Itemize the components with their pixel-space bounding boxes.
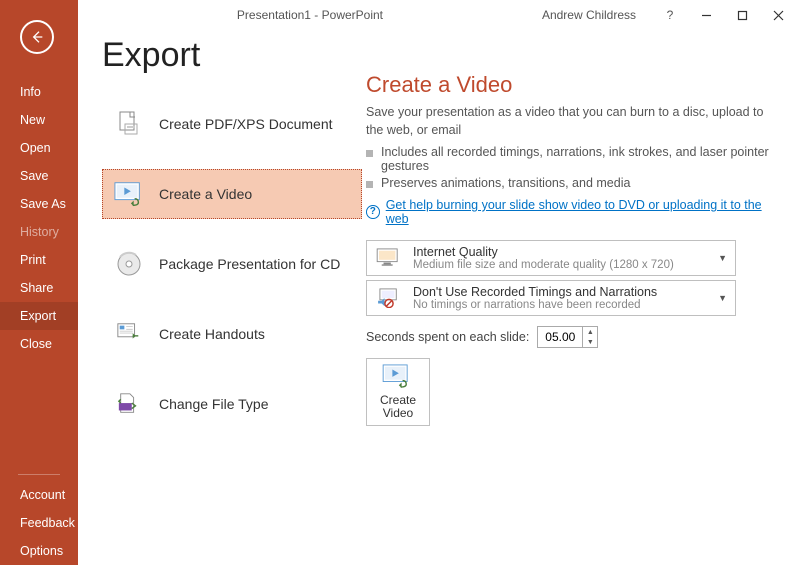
- chevron-down-icon: ▼: [718, 293, 727, 303]
- sidebar-divider: [18, 474, 60, 475]
- detail-description: Save your presentation as a video that y…: [366, 104, 778, 139]
- nav-save-as[interactable]: Save As: [0, 190, 78, 218]
- help-button[interactable]: ?: [652, 0, 688, 30]
- user-name[interactable]: Andrew Childress: [542, 8, 636, 22]
- video-slide-icon: [113, 178, 145, 210]
- export-item-label: Change File Type: [159, 396, 268, 412]
- nav-save[interactable]: Save: [0, 162, 78, 190]
- timings-sub: No timings or narrations have been recor…: [413, 299, 657, 311]
- minimize-button[interactable]: [688, 0, 724, 30]
- backstage-sidebar: Info New Open Save Save As History Print…: [0, 0, 78, 565]
- window-title: Presentation1 - PowerPoint: [78, 8, 542, 22]
- bullet-square-icon: [366, 150, 373, 157]
- nav-print[interactable]: Print: [0, 246, 78, 274]
- export-create-video[interactable]: Create a Video: [102, 169, 362, 219]
- quality-dropdown[interactable]: Internet Quality Medium file size and mo…: [366, 240, 736, 276]
- export-change-file-type[interactable]: Change File Type: [102, 379, 362, 429]
- timings-title: Don't Use Recorded Timings and Narration…: [413, 285, 657, 299]
- detail-heading: Create a Video: [366, 72, 778, 98]
- chevron-down-icon: ▼: [718, 253, 727, 263]
- pdf-document-icon: [113, 108, 145, 140]
- help-link[interactable]: Get help burning your slide show video t…: [386, 198, 778, 226]
- export-item-label: Package Presentation for CD: [159, 256, 340, 272]
- export-item-label: Create Handouts: [159, 326, 265, 342]
- nav-new[interactable]: New: [0, 106, 78, 134]
- close-button[interactable]: [760, 0, 796, 30]
- video-slide-icon: [382, 364, 414, 390]
- nav-open[interactable]: Open: [0, 134, 78, 162]
- export-create-handouts[interactable]: Create Handouts: [102, 309, 362, 359]
- titlebar: Presentation1 - PowerPoint Andrew Childr…: [78, 0, 800, 30]
- nav-close[interactable]: Close: [0, 330, 78, 358]
- nav-share[interactable]: Share: [0, 274, 78, 302]
- minimize-icon: [701, 10, 712, 21]
- back-button[interactable]: [20, 20, 54, 54]
- arrow-left-icon: [29, 29, 45, 45]
- main-area: Presentation1 - PowerPoint Andrew Childr…: [78, 0, 800, 565]
- seconds-label: Seconds spent on each slide:: [366, 330, 529, 344]
- spinner-up[interactable]: ▲: [583, 327, 597, 337]
- no-audio-icon: [375, 286, 403, 310]
- nav-history[interactable]: History: [0, 218, 78, 246]
- create-video-button[interactable]: Create Video: [366, 358, 430, 426]
- cd-icon: [113, 248, 145, 280]
- restore-button[interactable]: [724, 0, 760, 30]
- spinner-down[interactable]: ▼: [583, 337, 597, 347]
- seconds-spinner[interactable]: ▲ ▼: [537, 326, 598, 348]
- export-item-label: Create a Video: [159, 186, 252, 202]
- restore-icon: [737, 10, 748, 21]
- nav-options[interactable]: Options: [0, 537, 78, 565]
- export-package-cd[interactable]: Package Presentation for CD: [102, 239, 362, 289]
- export-detail-panel: Create a Video Save your presentation as…: [362, 36, 790, 565]
- seconds-input[interactable]: [538, 327, 582, 347]
- detail-bullet: Includes all recorded timings, narration…: [366, 145, 778, 173]
- help-info-icon: ?: [366, 205, 380, 219]
- nav-export[interactable]: Export: [0, 302, 78, 330]
- export-options-column: Export Create PDF/XPS Document Create a …: [102, 36, 362, 565]
- close-icon: [773, 10, 784, 21]
- export-item-label: Create PDF/XPS Document: [159, 116, 333, 132]
- quality-sub: Medium file size and moderate quality (1…: [413, 259, 674, 271]
- file-type-icon: [113, 388, 145, 420]
- export-pdf-xps[interactable]: Create PDF/XPS Document: [102, 99, 362, 149]
- monitor-icon: [375, 246, 403, 270]
- quality-title: Internet Quality: [413, 245, 674, 259]
- bullet-square-icon: [366, 181, 373, 188]
- create-video-label: Create Video: [380, 394, 416, 420]
- page-title: Export: [102, 36, 362, 75]
- detail-bullet: Preserves animations, transitions, and m…: [366, 176, 778, 190]
- timings-dropdown[interactable]: Don't Use Recorded Timings and Narration…: [366, 280, 736, 316]
- nav-account[interactable]: Account: [0, 481, 78, 509]
- nav-feedback[interactable]: Feedback: [0, 509, 78, 537]
- handouts-icon: [113, 318, 145, 350]
- nav-info[interactable]: Info: [0, 78, 78, 106]
